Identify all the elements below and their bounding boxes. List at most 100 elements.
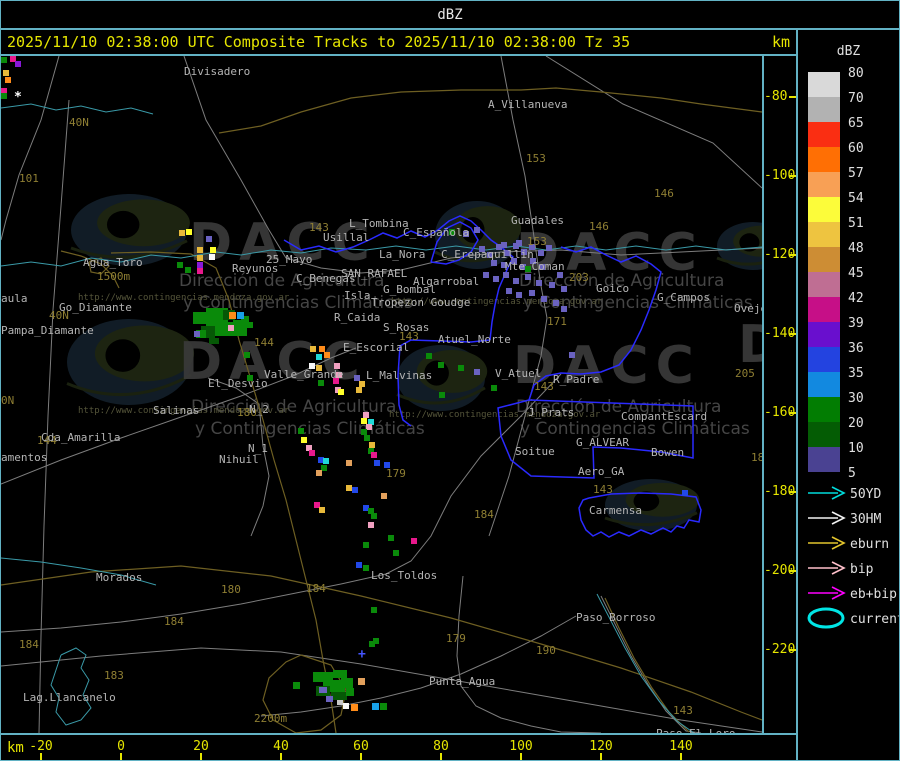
city-label: SAN_RAFAEL	[341, 267, 408, 280]
radar-cell	[369, 442, 375, 449]
y-axis-label: -80	[764, 89, 788, 105]
road-label: 184	[474, 508, 494, 521]
city-label: Nihuil	[219, 453, 259, 466]
scale-swatch	[808, 72, 840, 97]
city-label: Soitue	[515, 445, 555, 458]
radar-cell	[388, 535, 394, 542]
radar-cell	[346, 688, 354, 697]
timestamp-text: 2025/11/10 02:38:00 UTC Composite Tracks…	[7, 33, 631, 51]
city-label: Pampa_Diamante	[1, 324, 94, 337]
radar-cell	[293, 682, 300, 690]
radar-cell	[546, 245, 552, 252]
radar-cell	[363, 565, 369, 572]
y-axis-tick	[789, 649, 796, 652]
radar-app-window: dBZ 2025/11/10 02:38:00 UTC Composite Tr…	[0, 0, 900, 761]
road-label: 143	[673, 704, 693, 717]
x-axis-label: 80	[433, 739, 449, 755]
radar-cell	[197, 255, 203, 262]
track-legend: 50YD 30HM eburn bip eb+bip current	[806, 481, 900, 632]
radar-cell	[553, 300, 559, 307]
legend-item: current	[806, 607, 900, 632]
city-label: Go_Diamante	[59, 301, 132, 314]
radar-cell	[426, 353, 432, 360]
road-label: 205	[735, 367, 755, 380]
scale-label: 42	[848, 291, 864, 306]
radar-map[interactable]: DACCDACCDACCDACCDACCDirección de Agricul…	[1, 56, 764, 734]
track-arrow-icon	[806, 531, 848, 559]
header-bar: 2025/11/10 02:38:00 UTC Composite Tracks…	[1, 30, 796, 57]
radar-cell	[194, 331, 200, 338]
radar-cell	[439, 392, 445, 399]
radar-cell	[177, 262, 183, 269]
scale-swatch	[808, 222, 840, 247]
x-axis-tick	[680, 753, 682, 760]
scale-label: 45	[848, 266, 864, 281]
radar-cell	[371, 513, 377, 520]
scale-label: 80	[848, 66, 864, 81]
radar-cell	[380, 703, 387, 711]
radar-cell	[549, 282, 555, 289]
radar-cell	[316, 354, 322, 361]
radar-cell	[393, 550, 399, 557]
road-label: 1500m	[97, 270, 130, 283]
city-label: Carmensa	[589, 504, 642, 517]
radar-cell	[298, 428, 304, 435]
radar-cell	[368, 522, 374, 529]
city-label: Valle_Grande	[264, 368, 343, 381]
radar-cell	[561, 286, 567, 293]
radar-cell	[197, 268, 203, 275]
legend-item: eburn	[806, 531, 899, 559]
scale-label: 57	[848, 166, 864, 181]
radar-cell	[310, 346, 316, 353]
city-label: Bowen	[651, 446, 684, 459]
road-label: 101	[19, 172, 39, 185]
legend-item: 50YD	[806, 481, 899, 509]
radar-cell	[561, 306, 567, 313]
legend-label: current	[850, 612, 900, 627]
road-label: 18	[751, 451, 762, 464]
radar-cell	[356, 562, 362, 569]
city-label: Tropezon Goudge	[371, 296, 470, 309]
city-label: amentos	[1, 451, 47, 464]
city-label: Los_Toldos	[371, 569, 437, 582]
road-label: 153	[526, 152, 546, 165]
road-label: 40N	[69, 116, 89, 129]
scale-swatch	[808, 297, 840, 322]
radar-cell	[513, 278, 519, 285]
scale-label: 10	[848, 441, 864, 456]
km-unit-label: km	[771, 33, 790, 51]
city-label: Atuel_Norte	[438, 333, 511, 346]
city-label: Lag.Llancanelo	[23, 691, 116, 704]
scale-label: 60	[848, 141, 864, 156]
scale-label: 35	[848, 366, 864, 381]
panel-title: dBZ	[836, 44, 861, 59]
legend-label: 50YD	[850, 487, 882, 502]
radar-cell	[209, 254, 215, 261]
road-label: 0N	[1, 394, 14, 407]
radar-cell	[458, 365, 464, 372]
city-label: Guadales	[511, 214, 564, 227]
radar-cell	[474, 369, 480, 376]
radar-cell	[364, 435, 370, 442]
radar-cell	[247, 322, 253, 329]
city-label: 25_Mayo	[266, 253, 312, 266]
road-label: 179	[386, 467, 406, 480]
scale-label: 54	[848, 191, 864, 206]
x-axis-tick	[360, 753, 362, 760]
track-arrow-icon	[806, 481, 848, 509]
radar-cell	[682, 490, 688, 497]
city-label: J_Prats	[528, 406, 574, 419]
radar-cell	[506, 288, 512, 295]
city-label: Cda_Amarilla	[41, 431, 120, 444]
city-label: Morados	[96, 571, 142, 584]
track-arrow-icon	[806, 506, 848, 534]
x-axis-label: -20	[29, 739, 53, 755]
radar-cell	[186, 229, 192, 236]
radar-cell	[361, 429, 367, 436]
legend-label: eburn	[850, 537, 890, 552]
radar-cell	[197, 247, 203, 254]
road-label: 180	[221, 583, 241, 596]
road-label: 146	[654, 187, 674, 200]
dacc-eye-logo	[716, 222, 762, 271]
scale-swatch	[808, 197, 840, 222]
